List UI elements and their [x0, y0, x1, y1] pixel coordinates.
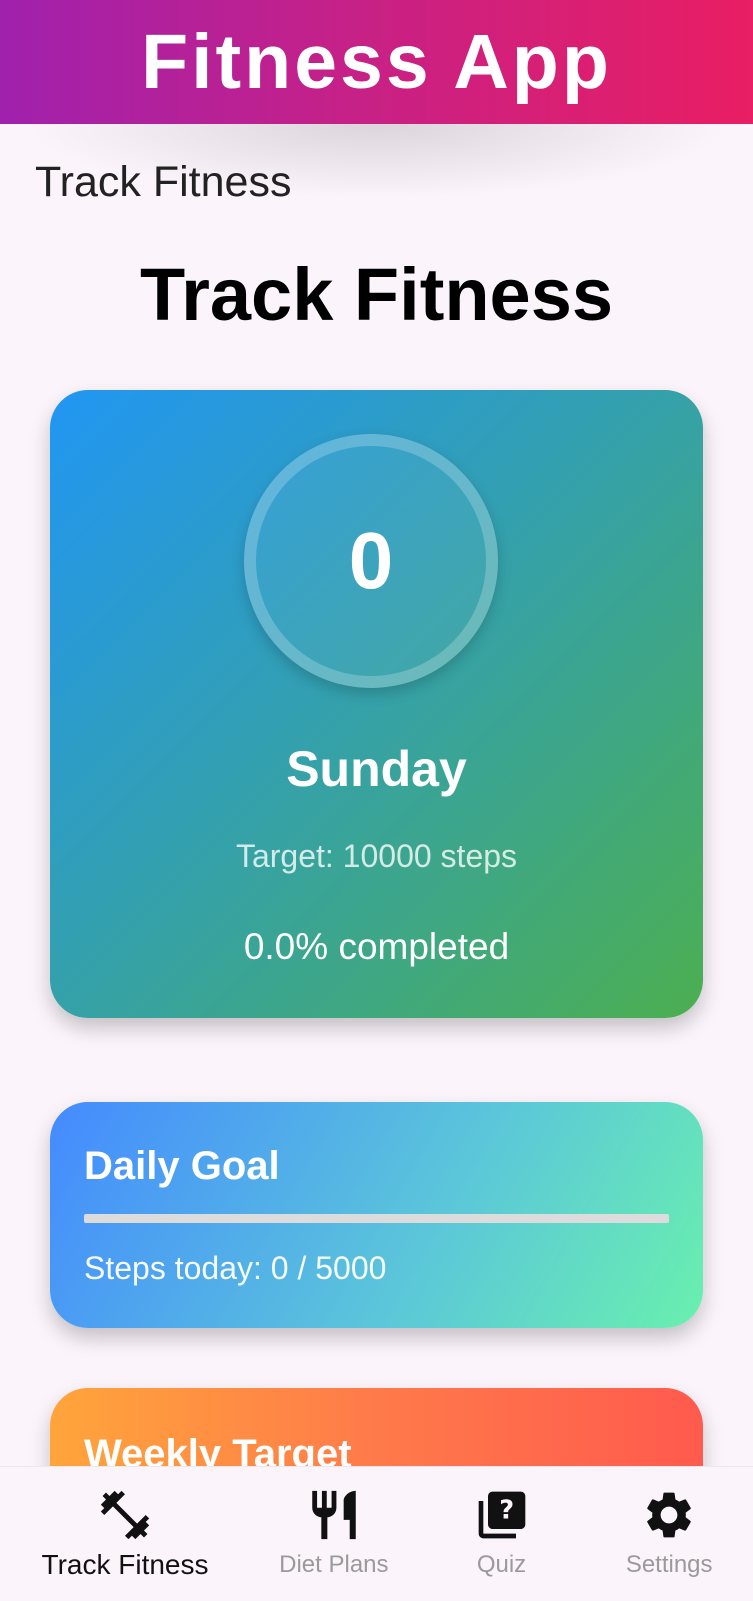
- nav-item-settings[interactable]: Settings: [585, 1467, 753, 1601]
- nav-item-quiz[interactable]: ? Quiz: [418, 1467, 586, 1601]
- weekly-target-card: Weekly Target: [50, 1388, 703, 1466]
- steps-count: 0: [348, 516, 394, 605]
- nav-label-track-fitness: Track Fitness: [41, 1549, 209, 1580]
- nav-item-track-fitness[interactable]: Track Fitness: [0, 1467, 250, 1601]
- gear-icon: [639, 1485, 699, 1545]
- page-subtitle: Track Fitness: [35, 158, 292, 206]
- quiz-icon: ?: [472, 1485, 532, 1545]
- app-title: Fitness App: [141, 18, 612, 105]
- steps-card: 0 Sunday Target: 10000 steps 0.0% comple…: [50, 390, 703, 1018]
- weekly-target-title: Weekly Target: [84, 1432, 352, 1466]
- svg-text:?: ?: [499, 1496, 514, 1526]
- restaurant-icon: [304, 1485, 364, 1545]
- daily-goal-title: Daily Goal: [84, 1144, 280, 1188]
- steps-counter-circle: 0: [244, 434, 498, 688]
- target-steps-label: Target: 10000 steps: [235, 838, 518, 874]
- main-content[interactable]: Track Fitness Track Fitness 0 Sunday Tar…: [0, 124, 753, 1466]
- day-label: Sunday: [286, 741, 467, 797]
- daily-steps-text: Steps today: 0 / 5000: [84, 1250, 387, 1286]
- nav-label-diet-plans: Diet Plans: [279, 1551, 389, 1578]
- daily-goal-progress-bar: [84, 1214, 669, 1223]
- nav-label-settings: Settings: [625, 1551, 713, 1578]
- app-header: Fitness App: [0, 0, 753, 124]
- completion-label: 0.0% completed: [243, 926, 510, 967]
- bottom-navigation: Track Fitness Diet Plans ? Quiz Settings: [0, 1466, 753, 1601]
- page-title: Track Fitness: [139, 253, 613, 336]
- daily-goal-card: Daily Goal Steps today: 0 / 5000: [50, 1102, 703, 1328]
- dumbbell-icon: [95, 1485, 155, 1545]
- nav-label-quiz: Quiz: [476, 1551, 527, 1578]
- nav-item-diet-plans[interactable]: Diet Plans: [250, 1467, 418, 1601]
